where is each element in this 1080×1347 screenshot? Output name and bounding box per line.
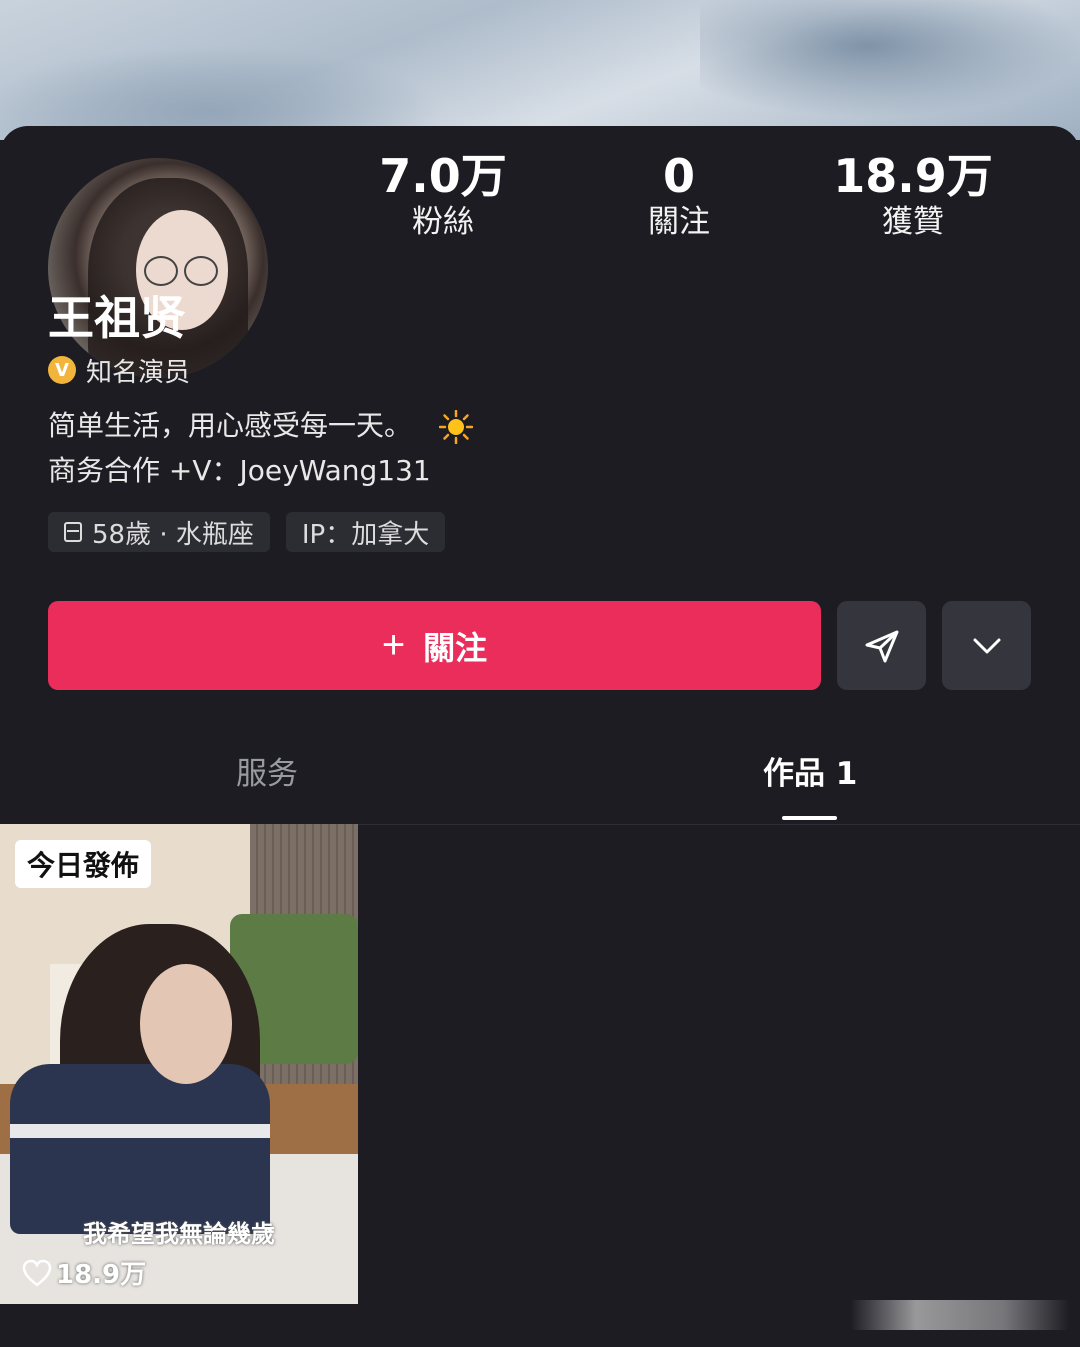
chevron-down-icon (973, 638, 1000, 653)
video-thumbnail[interactable]: 今日發佈 我希望我無論幾歲 18.9万 (0, 824, 358, 1304)
share-button[interactable] (837, 601, 926, 690)
calendar-icon (64, 522, 82, 542)
bio-line-2: 商务合作 +V：JoeyWang131 (48, 454, 431, 487)
stats-row: 7.0万 粉絲 0 關注 18.9万 獲贊 (0, 150, 1080, 250)
stat-following[interactable]: 0 關注 (579, 150, 779, 242)
tag-age: 58歲 · 水瓶座 (48, 512, 270, 552)
verified-label: 知名演员 (86, 357, 191, 388)
tag-ip: IP：加拿大 (285, 512, 446, 552)
tab-services[interactable]: 服务 (236, 754, 298, 794)
profile-name: 王祖贤 (48, 291, 186, 345)
stat-followers-value: 7.0万 (379, 149, 507, 203)
heart-icon (22, 1259, 52, 1287)
active-tab-indicator (782, 816, 837, 820)
today-badge: 今日發佈 (15, 840, 152, 888)
stat-followers[interactable]: 7.0万 粉絲 (343, 150, 543, 242)
stat-likes[interactable]: 18.9万 獲贊 (813, 150, 1013, 242)
follow-button[interactable]: + 關注 (48, 601, 821, 690)
stat-likes-label: 獲贊 (882, 204, 944, 240)
bio-line-1: 简单生活，用心感受每一天。 (48, 408, 473, 444)
tab-bar: 服务 作品 1 (0, 740, 1080, 825)
stat-followers-label: 粉絲 (412, 204, 474, 240)
bio-text-1: 简单生活，用心感受每一天。 (48, 409, 413, 442)
watermark (850, 1300, 1070, 1330)
tag-ip-label: IP：加拿大 (301, 519, 430, 550)
verified-row: V 知名演员 (48, 354, 191, 388)
follow-label: 關注 (423, 629, 488, 666)
stat-following-label: 關注 (648, 204, 710, 240)
stat-following-value: 0 (662, 149, 695, 203)
tab-works[interactable]: 作品 1 (763, 754, 857, 794)
plus-icon: + (381, 623, 406, 667)
profile-tags: 58歲 · 水瓶座 IP：加拿大 (48, 512, 446, 552)
send-icon (865, 630, 898, 662)
cover-image (0, 0, 1080, 140)
tag-age-label: 58歲 · 水瓶座 (92, 519, 254, 550)
video-caption: 我希望我無論幾歲 (83, 1219, 275, 1248)
video-likes: 18.9万 (22, 1254, 146, 1291)
video-likes-count: 18.9万 (56, 1260, 147, 1290)
more-button[interactable] (942, 601, 1031, 690)
sun-icon (438, 410, 473, 444)
stat-likes-value: 18.9万 (833, 149, 993, 203)
verified-icon: V (48, 356, 76, 384)
